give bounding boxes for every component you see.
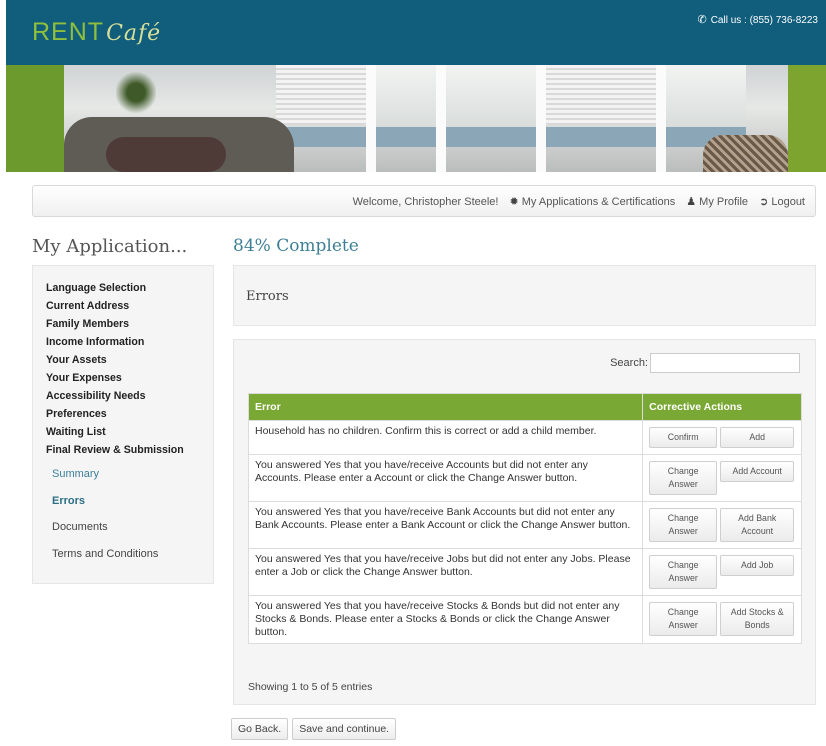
change-answer-button[interactable]: Change Answer xyxy=(649,461,718,495)
phone-text: Call us : (855) 736-8223 xyxy=(710,15,818,26)
sidebar-item-language-selection[interactable]: Language Selection xyxy=(46,282,146,294)
table-row: You answered Yes that you have/receive B… xyxy=(247,501,802,549)
error-message: You answered Yes that you have/receive J… xyxy=(247,548,644,596)
change-answer-button[interactable]: Change Answer xyxy=(649,508,718,542)
column-header-corrective-actions[interactable]: Corrective Actions xyxy=(642,393,802,421)
change-answer-button[interactable]: Change Answer xyxy=(649,602,718,636)
actions-cell: Confirm Add xyxy=(642,420,802,455)
progress-percent: 84% Complete xyxy=(233,236,359,256)
application-sidebar: Language Selection Current Address Famil… xyxy=(32,265,214,584)
call-us: ✆ Call us : (855) 736-8223 xyxy=(697,13,818,26)
user-navbar: Welcome, Christopher Steele! ✹ My Applica… xyxy=(32,185,816,217)
actions-cell: Change AnswerAdd Bank Account xyxy=(642,501,802,549)
logout-icon: ➲ xyxy=(759,196,769,208)
change-answer-button[interactable]: Change Answer xyxy=(649,555,718,589)
errors-heading-panel: Errors xyxy=(233,265,816,326)
my-profile-link[interactable]: ♟ My Profile xyxy=(686,196,748,208)
my-applications-link[interactable]: ✹ My Applications & Certifications xyxy=(510,196,676,208)
my-applications-label: My Applications & Certifications xyxy=(521,196,676,208)
go-back-button[interactable]: Go Back. xyxy=(231,718,289,740)
user-icon: ♟ xyxy=(686,196,697,208)
actions-cell: Change AnswerAdd Stocks & Bonds xyxy=(642,595,802,644)
entries-info: Showing 1 to 5 of 5 entries xyxy=(248,681,373,693)
sidebar-item-accessibility-needs[interactable]: Accessibility Needs xyxy=(46,390,146,402)
rentcafe-logo[interactable]: RENTCafé xyxy=(32,18,161,47)
errors-table-panel: Search: Error Corrective Actions Househo… xyxy=(233,339,816,705)
add-account-button[interactable]: Add Account xyxy=(720,461,795,482)
logo-script-text: Café xyxy=(106,21,162,46)
search-label: Search: xyxy=(610,357,648,369)
sidebar-item-preferences[interactable]: Preferences xyxy=(46,408,107,420)
sidebar-item-your-assets[interactable]: Your Assets xyxy=(46,354,107,366)
page-title: My Application... xyxy=(32,236,188,257)
error-message: You answered Yes that you have/receive A… xyxy=(247,454,644,502)
sidebar-item-income-information[interactable]: Income Information xyxy=(46,336,144,348)
logout-link[interactable]: ➲ Logout xyxy=(759,196,805,208)
sidebar-item-waiting-list[interactable]: Waiting List xyxy=(46,426,106,438)
error-message: You answered Yes that you have/receive B… xyxy=(247,501,644,549)
table-row: You answered Yes that you have/receive J… xyxy=(247,548,802,596)
table-row: You answered Yes that you have/receive S… xyxy=(247,595,802,644)
sidebar-subitem-terms[interactable]: Terms and Conditions xyxy=(52,548,158,560)
sidebar-item-your-expenses[interactable]: Your Expenses xyxy=(46,372,122,384)
sidebar-subitem-documents[interactable]: Documents xyxy=(52,521,108,533)
sidebar-item-final-review[interactable]: Final Review & Submission xyxy=(46,444,184,456)
form-actions: Go Back. Save and continue. xyxy=(231,718,400,740)
sidebar-subitem-errors[interactable]: Errors xyxy=(52,495,85,507)
add-job-button[interactable]: Add Job xyxy=(720,555,795,576)
actions-cell: Change AnswerAdd Job xyxy=(642,548,802,596)
phone-icon: ✆ xyxy=(697,14,707,26)
hero-banner-image xyxy=(6,65,826,172)
errors-heading: Errors xyxy=(246,289,289,304)
error-message: You answered Yes that you have/receive S… xyxy=(247,595,644,644)
logo-text: RENT xyxy=(32,18,105,46)
add-bank-account-button[interactable]: Add Bank Account xyxy=(720,508,795,542)
sidebar-subitem-summary[interactable]: Summary xyxy=(52,468,99,480)
confirm-button[interactable]: Confirm xyxy=(649,427,718,448)
sidebar-item-family-members[interactable]: Family Members xyxy=(46,318,129,330)
error-message: Household has no children. Confirm this … xyxy=(247,420,644,455)
logout-label: Logout xyxy=(771,196,805,208)
save-and-continue-button[interactable]: Save and continue. xyxy=(292,718,397,740)
search-input[interactable] xyxy=(650,353,800,373)
table-row: Household has no children. Confirm this … xyxy=(247,420,802,455)
add-stocks-bonds-button[interactable]: Add Stocks & Bonds xyxy=(720,602,795,636)
my-profile-label: My Profile xyxy=(699,196,749,208)
site-header: RENTCafé ✆ Call us : (855) 736-8223 xyxy=(6,0,826,65)
errors-table: Error Corrective Actions Household has n… xyxy=(247,393,802,644)
column-header-error[interactable]: Error xyxy=(247,393,644,421)
table-row: You answered Yes that you have/receive A… xyxy=(247,454,802,502)
gear-icon: ✹ xyxy=(509,196,519,208)
actions-cell: Change AnswerAdd Account xyxy=(642,454,802,502)
welcome-text: Welcome, Christopher Steele! xyxy=(352,196,499,208)
add-button[interactable]: Add xyxy=(720,427,795,448)
sidebar-item-current-address[interactable]: Current Address xyxy=(46,300,129,312)
